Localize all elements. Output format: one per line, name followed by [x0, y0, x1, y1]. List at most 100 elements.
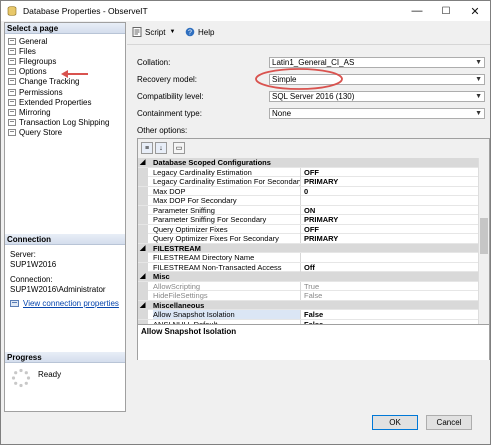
connection-heading: Connection [5, 234, 125, 245]
property-value[interactable]: True [304, 282, 474, 291]
property-name: Max DOP For Secondary [153, 196, 301, 205]
connection-properties-icon [10, 300, 19, 307]
property-name: FILESTREAM [153, 243, 201, 253]
property-name: Max DOP [153, 186, 301, 196]
page-icon [8, 88, 16, 96]
property-pages-icon[interactable]: ▭ [173, 142, 185, 154]
sidebar: Select a page General Files Filegroups Opti… [4, 22, 126, 412]
sidebar-item-label: Query Store [19, 128, 63, 138]
property-row[interactable]: Allow Snapshot Isolation False [138, 310, 478, 320]
row-margin [138, 291, 148, 300]
collapse-icon[interactable]: ◢ [140, 301, 145, 310]
containment-type-combo[interactable]: None ▼ [269, 108, 485, 119]
recovery-chevron-down-icon: ▼ [475, 76, 482, 83]
property-value[interactable]: PRIMARY [304, 234, 474, 243]
property-value[interactable]: False [304, 310, 474, 319]
containment-type-label: Containment type: [137, 109, 202, 118]
property-row[interactable]: Legacy Cardinality Estimation For Second… [138, 177, 478, 187]
property-row[interactable]: Legacy Cardinality Estimation OFF [138, 167, 478, 177]
sidebar-item-query-store[interactable]: Query Store [8, 128, 62, 138]
property-row[interactable]: Query Optimizer Fixes For Secondary PRIMA… [138, 234, 478, 244]
toolbar: Script ▼ ? Help [127, 22, 490, 45]
alphabetical-sort-icon[interactable]: ↓ [155, 142, 167, 154]
maximize-button[interactable]: ☐ [431, 1, 461, 21]
property-category-row[interactable]: ◢ Miscellaneous [138, 300, 478, 310]
property-grid: ≡ ↓ ▭ ◢ Database Scoped Configurations Leg… [137, 138, 490, 360]
property-grid-scrollbar[interactable] [478, 158, 489, 324]
property-row[interactable]: FILESTREAM Non-Transacted Access Off [138, 262, 478, 272]
row-margin [138, 196, 148, 205]
close-button[interactable]: ✕ [460, 1, 490, 21]
collapse-icon[interactable]: ◢ [140, 158, 145, 167]
property-row[interactable]: Max DOP For Secondary [138, 196, 478, 206]
categorized-view-icon[interactable]: ≡ [141, 142, 153, 154]
page-icon [8, 57, 16, 65]
property-category-row[interactable]: ◢ Misc [138, 272, 478, 282]
property-name: FILESTREAM Non-Transacted Access [153, 262, 301, 272]
scrollbar-thumb[interactable] [480, 218, 488, 254]
sidebar-item-options[interactable]: Options [8, 67, 47, 77]
help-button[interactable]: ? Help [185, 27, 214, 37]
collapse-icon[interactable]: ◢ [140, 244, 145, 253]
sidebar-item-label: Extended Properties [19, 97, 92, 107]
sidebar-item-files[interactable]: Files [8, 46, 36, 56]
sidebar-item-label: General [19, 36, 48, 46]
database-icon [7, 6, 17, 16]
connection-value: SUP1W2016\Administrator [10, 285, 106, 294]
property-value[interactable]: PRIMARY [304, 177, 474, 186]
property-grid-rows: ◢ Database Scoped Configurations Legacy Ca… [138, 158, 489, 324]
property-name: Allow Snapshot Isolation [153, 310, 301, 319]
property-value[interactable]: Off [304, 263, 474, 272]
sidebar-item-filegroups[interactable]: Filegroups [8, 56, 56, 66]
window-title: Database Properties - ObserveIT [23, 6, 148, 16]
property-value[interactable]: ON [304, 206, 474, 215]
property-name: Legacy Cardinality Estimation [153, 167, 301, 177]
sidebar-item-transaction-log-shipping[interactable]: Transaction Log Shipping [8, 118, 109, 128]
property-row[interactable]: HideFileSettings False [138, 291, 478, 301]
property-value[interactable]: OFF [304, 225, 474, 234]
page-icon [8, 47, 16, 55]
property-value[interactable]: PRIMARY [304, 215, 474, 224]
page-icon [8, 98, 16, 106]
property-row[interactable]: Query Optimizer Fixes OFF [138, 224, 478, 234]
script-label: Script [145, 27, 166, 37]
recovery-model-label: Recovery model: [137, 75, 198, 84]
annotation-ellipse [255, 68, 343, 90]
property-category-row[interactable]: ◢ FILESTREAM [138, 243, 478, 253]
cancel-button[interactable]: Cancel [426, 415, 472, 430]
property-row[interactable]: Parameter Sniffing ON [138, 205, 478, 215]
property-value[interactable]: False [304, 291, 474, 300]
page-icon [8, 119, 16, 127]
main-panel: Script ▼ ? Help Collation: Latin1_Genera… [127, 22, 490, 410]
property-name: Miscellaneous [153, 300, 205, 310]
minimize-button[interactable]: — [402, 1, 432, 21]
property-row[interactable]: Max DOP 0 [138, 186, 478, 196]
ok-button[interactable]: OK [372, 415, 418, 430]
view-connection-properties-link[interactable]: View connection properties [23, 299, 119, 308]
property-value[interactable]: OFF [304, 168, 474, 177]
sidebar-item-label: Files [19, 46, 36, 56]
page-icon [8, 68, 16, 76]
sidebar-item-mirroring[interactable]: Mirroring [8, 107, 51, 117]
property-category-row[interactable]: ◢ Database Scoped Configurations [138, 158, 478, 168]
page-icon [8, 108, 16, 116]
property-name: Database Scoped Configurations [153, 158, 271, 167]
sidebar-item-general[interactable]: General [8, 36, 47, 46]
compatibility-level-combo[interactable]: SQL Server 2016 (130) ▼ [269, 91, 485, 102]
script-button[interactable]: Script ▼ [132, 27, 175, 37]
collation-label: Collation: [137, 58, 171, 67]
property-value[interactable]: 0 [304, 187, 474, 196]
row-margin [138, 262, 148, 272]
property-name: Misc [153, 272, 170, 281]
sidebar-item-permissions[interactable]: Permissions [8, 87, 63, 97]
row-margin [138, 224, 148, 234]
property-row[interactable]: AllowScripting True [138, 281, 478, 291]
sidebar-item-label: Transaction Log Shipping [19, 118, 110, 128]
collapse-icon[interactable]: ◢ [140, 272, 145, 281]
row-margin [138, 186, 148, 196]
property-row[interactable]: FILESTREAM Directory Name [138, 253, 478, 263]
progress-heading: Progress [5, 352, 125, 363]
property-name: Query Optimizer Fixes [153, 224, 301, 234]
property-row[interactable]: Parameter Sniffing For Secondary PRIMARY [138, 215, 478, 225]
sidebar-item-extended-properties[interactable]: Extended Properties [8, 97, 92, 107]
